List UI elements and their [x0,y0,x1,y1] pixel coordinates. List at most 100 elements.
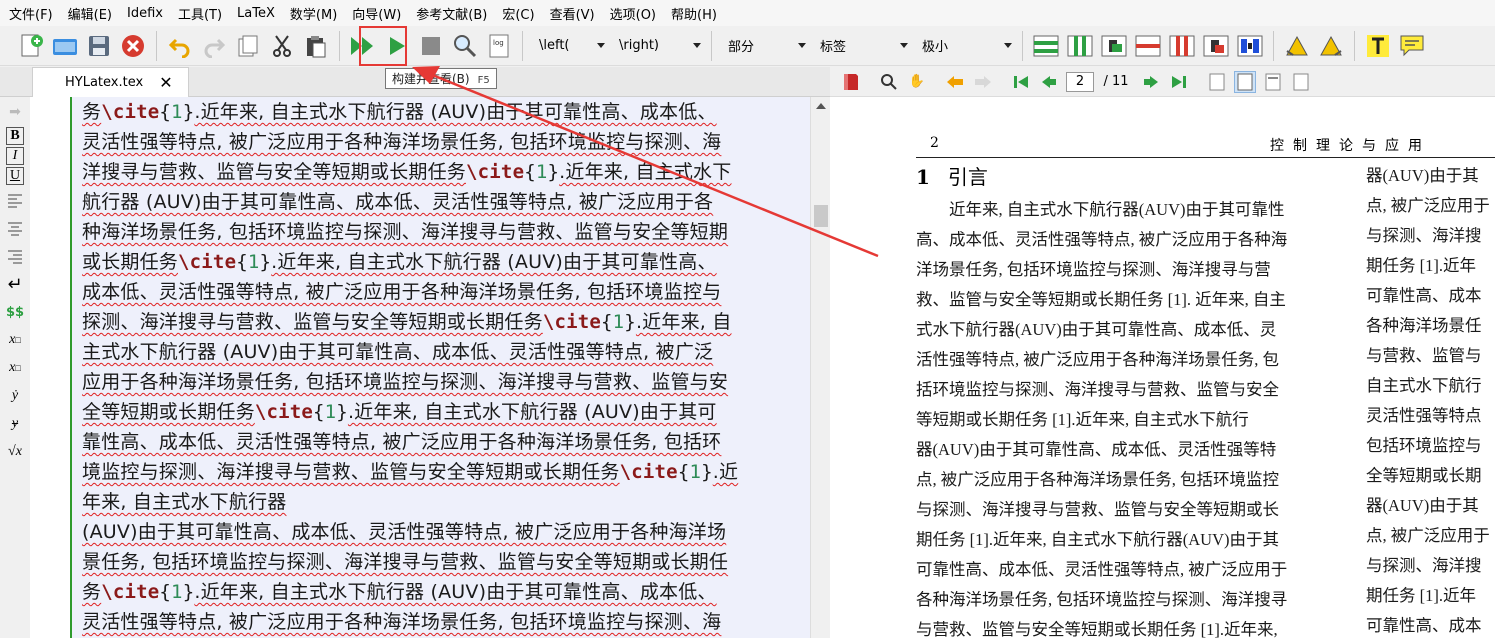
forward-icon[interactable] [972,71,994,93]
editor-line[interactable]: 航行器 (AUV)由于其可靠性高、成本低、灵活性强等特点, 被广泛应用于各 [72,187,810,217]
close-file-icon[interactable] [116,29,150,63]
align-center-icon[interactable] [2,215,28,241]
menu-item[interactable]: 参考文献(B) [411,4,492,23]
bold-icon[interactable]: B [6,127,24,145]
editor-line[interactable]: 靠性高、成本低、灵活性强等特点, 被广泛应用于各种海洋场景任务, 包括环 [72,427,810,457]
dot-accent-icon[interactable]: ẏ [2,383,28,409]
editor-line[interactable]: 种海洋场景任务, 包括环境监控与探测、海洋搜寻与营救、监管与安全等短期 [72,217,810,247]
view-log-icon[interactable]: log [482,29,516,63]
fit-width-icon[interactable] [1234,70,1256,93]
page-number-input[interactable]: 2 [1066,71,1094,92]
save-icon[interactable] [82,29,116,63]
fit-page-icon[interactable] [1262,71,1284,93]
pdf-sync-icon[interactable] [840,71,862,93]
editor-line[interactable]: 灵活性强等特点, 被广泛应用于各种海洋场景任务, 包括环境监控与探测、海 [72,127,810,157]
build-and-view-icon[interactable] [346,29,380,63]
editor-scrollbar[interactable] [810,97,830,638]
editor-line[interactable]: 灵活性强等特点, 被广泛应用于各种海洋场景任务, 包括环境监控与探测、海 [72,607,810,637]
editor-line[interactable]: 景任务, 包括环境监控与探测、海洋搜寻与营救、监管与安全等短期或长期任 [72,547,810,577]
prev-page-icon[interactable] [1038,71,1060,93]
close-icon[interactable]: ✕ [159,73,172,92]
menu-item[interactable]: 数学(M) [285,4,342,23]
pdf-text-line: 自主式水下航行 [1366,376,1482,395]
editor-line[interactable]: 主式水下航行器 (AUV)由于其可靠性高、成本低、灵活性强等特点, 被广泛 [72,337,810,367]
editor-line[interactable]: 境监控与探测、海洋搜寻与营救、监管与安全等短期或长期任务\cite{1}.近 [72,457,810,487]
first-page-icon[interactable] [1010,71,1032,93]
menu-item[interactable]: 向导(W) [347,4,406,23]
copy-icon[interactable] [231,29,265,63]
warning-next-icon[interactable] [1314,29,1348,63]
menu-item[interactable]: 选项(O) [605,4,661,23]
compile-icon[interactable] [380,29,414,63]
table-columns-icon[interactable] [1063,29,1097,63]
right-delimiter-combo[interactable]: \right) [609,33,705,59]
menu-item[interactable]: 文件(F) [4,4,58,23]
editor-line[interactable]: (AUV)由于其可靠性高、成本低、灵活性强等特点, 被广泛应用于各种海洋场 [72,517,810,547]
table-align-icon[interactable] [1233,29,1267,63]
table-cell-icon[interactable] [1097,29,1131,63]
menu-item[interactable]: Idefix [122,6,168,21]
tab-hylatex[interactable]: HYLatex.tex ✕ [32,67,189,97]
latex-argument: 1 [612,311,625,333]
underline-icon[interactable]: U [6,167,24,185]
editor-line[interactable]: 应用于各种海洋场景任务, 包括环境监控与探测、海洋搜寻与营救、监管与安 [72,367,810,397]
menu-item[interactable]: 宏(C) [497,4,539,23]
editor-line[interactable]: 年来, 自主式水下航行器 [72,487,810,517]
redo-icon[interactable] [197,29,231,63]
editor-text: 航行器 (AUV)由于其可靠性高、成本低、灵活性强等特点, 被广泛应用于各 [82,191,714,213]
paste-icon[interactable] [299,29,333,63]
editor-line[interactable]: 探测、海洋搜寻与营救、监管与安全等短期或长期任务\cite{1}.近年来, 自 [72,307,810,337]
align-left-icon[interactable] [2,187,28,213]
scroll-up-icon[interactable] [816,103,826,109]
cut-icon[interactable] [265,29,299,63]
stop-icon[interactable] [414,29,448,63]
menu-item[interactable]: 编辑(E) [63,4,117,23]
remove-cell-icon[interactable] [1199,29,1233,63]
view-pdf-icon[interactable] [448,29,482,63]
editor-line[interactable]: 全等短期或长期任务\cite{1}.近年来, 自主式水下航行器 (AUV)由于其… [72,397,810,427]
editor-line[interactable]: 务\cite{1}.近年来, 自主式水下航行器 (AUV)由于其可靠性高、成本低… [72,97,810,127]
size-combo[interactable]: 极小 [912,33,1016,59]
magnify-icon[interactable] [878,71,900,93]
italic-icon[interactable]: I [6,147,24,165]
menu-item[interactable]: 工具(T) [173,4,227,23]
new-file-icon[interactable] [14,29,48,63]
superscript-icon[interactable]: x □ [2,355,28,381]
warning-prev-icon[interactable] [1280,29,1314,63]
editor-line[interactable]: 务\cite{1}.近年来, 自主式水下航行器 (AUV)由于其可靠性高、成本低… [72,577,810,607]
editor-line[interactable]: 洋搜寻与营救、监管与安全等短期或长期任务\cite{1}.近年来, 自主式水下 [72,157,810,187]
scrollbar-thumb[interactable] [814,205,828,227]
newline-icon[interactable]: ↵ [2,271,28,297]
delete-column-icon[interactable] [1165,29,1199,63]
menu-item[interactable]: 查看(V) [545,4,600,23]
next-page-icon[interactable] [1140,71,1162,93]
pdf-page-number: 2 [930,135,939,151]
delete-row-icon[interactable] [1131,29,1165,63]
editor-line[interactable]: 或长期任务\cite{1}.近年来, 自主式水下航行器 (AUV)由于其可靠性高… [72,247,810,277]
latex-editor[interactable]: 务\cite{1}.近年来, 自主式水下航行器 (AUV)由于其可靠性高、成本低… [70,97,810,638]
align-right-icon[interactable] [2,243,28,269]
section-combo[interactable]: 部分 [718,33,810,59]
forward-arrow-icon[interactable]: ➡ [2,99,28,125]
left-delimiter-combo[interactable]: \left( [529,33,609,59]
menu-item[interactable]: 帮助(H) [666,4,722,23]
pdf-text-line: 与探测、海洋搜寻与营救、监管与安全等短期或长 [916,500,1279,519]
text-highlight-icon[interactable] [1361,29,1395,63]
hand-tool-icon[interactable]: ✋ [906,71,928,93]
editor-line[interactable]: 成本低、灵活性强等特点, 被广泛应用于各种海洋场景任务, 包括环境监控与 [72,277,810,307]
pdf-viewer[interactable]: 2 控制理论与应用 1 引言 近年来, 自主式水下航行器(AUV)由于其可靠性 高、… [830,97,1495,638]
back-icon[interactable] [944,71,966,93]
table-rows-icon[interactable] [1029,29,1063,63]
comment-icon[interactable] [1395,29,1429,63]
open-file-icon[interactable] [48,29,82,63]
last-page-icon[interactable] [1168,71,1190,93]
subscript-icon[interactable]: x □ [2,327,28,353]
frac-icon[interactable]: y [2,411,28,437]
label-combo[interactable]: 标签 [810,33,912,59]
sqrt-icon[interactable]: √x [2,439,28,465]
undo-icon[interactable] [163,29,197,63]
menu-item[interactable]: LaTeX [232,6,280,21]
math-mode-icon[interactable]: $$ [2,299,28,325]
continuous-icon[interactable] [1290,71,1312,93]
zoom-100-icon[interactable] [1206,71,1228,93]
